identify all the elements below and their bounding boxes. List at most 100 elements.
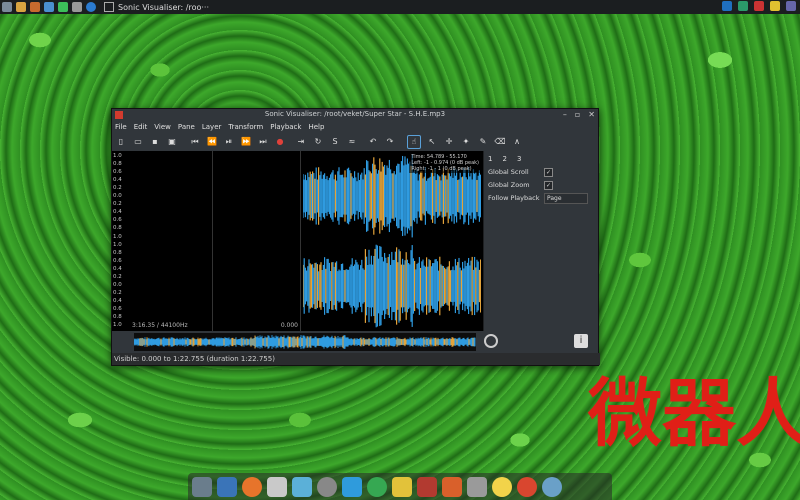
terminal-icon[interactable] bbox=[58, 2, 68, 12]
media-icon[interactable] bbox=[417, 476, 437, 497]
menu-pane[interactable]: Pane bbox=[178, 123, 195, 131]
global-zoom-checkbox[interactable]: ✓ bbox=[544, 180, 553, 190]
left-waveform-pane[interactable]: 1.0 0.8 0.6 0.4 0.2 0.0 0.2 0.4 0.6 0.8 1.0 1.0 0.8 0… bbox=[112, 151, 301, 331]
menu-bar: File Edit View Pane Layer Transform Play… bbox=[112, 121, 598, 133]
save-icon[interactable]: ▪ bbox=[149, 136, 161, 148]
ruler-tick-label: 0.4 bbox=[113, 297, 122, 304]
open-file-icon[interactable]: ▭ bbox=[132, 136, 144, 148]
browser-icon[interactable] bbox=[44, 2, 54, 12]
desktop-icon[interactable] bbox=[192, 476, 212, 497]
clock-icon[interactable] bbox=[786, 1, 796, 11]
info-button[interactable]: i bbox=[574, 334, 588, 348]
follow-playback-select[interactable]: Page bbox=[544, 192, 588, 204]
ruler-tick-label: 0.2 bbox=[113, 201, 122, 208]
network-icon[interactable] bbox=[86, 2, 96, 12]
menu-transform[interactable]: Transform bbox=[228, 123, 263, 131]
settings-gear-icon[interactable] bbox=[342, 476, 362, 497]
ruler-tick-label: 0.4 bbox=[113, 177, 122, 184]
value-readout: 0.000 bbox=[280, 322, 298, 329]
redo-icon[interactable]: ↷ bbox=[384, 136, 396, 148]
draw-tool-icon[interactable]: ✎ bbox=[477, 136, 489, 148]
waveform-display[interactable] bbox=[303, 151, 481, 331]
volume-icon[interactable] bbox=[754, 1, 764, 11]
undo-icon[interactable]: ↶ bbox=[367, 136, 379, 148]
package-icon[interactable] bbox=[738, 1, 748, 11]
close-button[interactable]: ✕ bbox=[588, 110, 595, 119]
new-file-icon[interactable]: ▯ bbox=[115, 136, 127, 148]
zoom-knob[interactable] bbox=[484, 334, 498, 348]
edit-tool-icon[interactable]: ✦ bbox=[460, 136, 472, 148]
files-icon[interactable] bbox=[30, 2, 40, 12]
disk-icon[interactable] bbox=[317, 476, 337, 497]
firefox-icon[interactable] bbox=[242, 476, 262, 497]
menu-layer[interactable]: Layer bbox=[202, 123, 222, 131]
measure-tool-icon[interactable]: ∧ bbox=[511, 136, 523, 148]
window-title: Sonic Visualiser: /root/veket/Super Star… bbox=[264, 110, 446, 118]
loop-icon[interactable]: ↻ bbox=[312, 136, 324, 148]
taskbar-entry-sonic-visualiser[interactable]: Sonic Visualiser: /roo··· bbox=[104, 1, 209, 13]
workspace-icon[interactable] bbox=[722, 1, 732, 11]
menu-help[interactable]: Help bbox=[308, 123, 324, 131]
rocket-icon[interactable] bbox=[442, 476, 462, 497]
launcher-icon[interactable] bbox=[16, 2, 26, 12]
solo-icon[interactable]: S bbox=[329, 136, 341, 148]
ruler-tick-label: 0.8 bbox=[113, 225, 122, 232]
ruler-tick-label: 0.8 bbox=[113, 314, 122, 320]
maximize-button[interactable]: ▫ bbox=[575, 110, 580, 119]
global-zoom-label: Global Zoom bbox=[488, 181, 530, 189]
speed-icon[interactable]: ≈ bbox=[346, 136, 358, 148]
grid-line bbox=[212, 151, 213, 331]
erase-tool-icon[interactable]: ⌫ bbox=[494, 136, 506, 148]
app-menu-icon[interactable] bbox=[2, 2, 12, 12]
browser-dock-icon[interactable] bbox=[517, 476, 537, 497]
ruler-tick-label: 0.6 bbox=[113, 257, 122, 264]
properties-panel: 1 2 3 Global Scroll ✓ Global Zoom ✓ Foll… bbox=[483, 151, 598, 331]
toolbar: ▯ ▭ ▪ ▣ ⏮ ⏪ ⏯ ⏩ ⏭ ● ⇥ ↻ S ≈ ↶ ↷ ☝ ↖ ✛ ✦ … bbox=[112, 133, 598, 152]
image-viewer-icon[interactable] bbox=[292, 476, 312, 497]
minimize-button[interactable]: – bbox=[563, 110, 567, 119]
tab-layer-3[interactable]: 3 bbox=[517, 155, 521, 163]
global-scroll-checkbox[interactable]: ✓ bbox=[544, 167, 553, 177]
menu-playback[interactable]: Playback bbox=[270, 123, 301, 131]
globe-icon[interactable] bbox=[542, 476, 562, 497]
ruler-tick-label: 0.8 bbox=[113, 161, 122, 168]
ruler-tick-label: 0.0 bbox=[113, 193, 122, 200]
move-tool-icon[interactable]: ✛ bbox=[443, 136, 455, 148]
tab-layer-1[interactable]: 1 bbox=[488, 155, 492, 163]
cloud-icon[interactable] bbox=[467, 476, 487, 497]
play-selection-icon[interactable]: ⇥ bbox=[295, 136, 307, 148]
menu-file[interactable]: File bbox=[115, 123, 127, 131]
play-pause-icon[interactable]: ⏯ bbox=[223, 136, 235, 148]
right-waveform-pane[interactable]: Time: 54.789 - 55.170 Left: -1 - 0.974 (… bbox=[301, 151, 483, 331]
battery-icon[interactable] bbox=[770, 1, 780, 11]
record-icon[interactable]: ● bbox=[274, 136, 286, 148]
rewind-start-icon[interactable]: ⏮ bbox=[189, 136, 201, 148]
skip-end-icon[interactable]: ⏭ bbox=[257, 136, 269, 148]
amplitude-ruler: 1.0 0.8 0.6 0.4 0.2 0.0 0.2 0.4 0.6 0.8 1.0 1.0 0.8 0… bbox=[112, 151, 130, 331]
rewind-icon[interactable]: ⏪ bbox=[206, 136, 218, 148]
menu-edit[interactable]: Edit bbox=[134, 123, 148, 131]
ruler-tick-label: 0.4 bbox=[113, 209, 122, 216]
sonic-visualiser-window: Sonic Visualiser: /root/veket/Super Star… bbox=[111, 108, 600, 366]
ruler-tick-label: 0.2 bbox=[113, 185, 122, 192]
save-as-icon[interactable]: ▣ bbox=[166, 136, 178, 148]
time-readout: 3:16.35 / 44100Hz bbox=[132, 322, 188, 329]
system-tray bbox=[722, 1, 796, 11]
select-tool-icon[interactable]: ↖ bbox=[426, 136, 438, 148]
ruler-tick-label: 1.0 bbox=[113, 153, 122, 159]
navigate-tool-icon[interactable]: ☝ bbox=[407, 135, 421, 149]
title-bar[interactable]: Sonic Visualiser: /root/veket/Super Star… bbox=[112, 109, 598, 121]
window-icon bbox=[104, 2, 114, 12]
dock bbox=[188, 473, 612, 500]
refresh-icon[interactable] bbox=[367, 476, 387, 497]
monitor-icon[interactable] bbox=[217, 476, 237, 497]
notes-icon[interactable] bbox=[392, 476, 412, 497]
menu-view[interactable]: View bbox=[154, 123, 171, 131]
text-editor-icon[interactable] bbox=[267, 476, 287, 497]
sun-icon[interactable] bbox=[492, 476, 512, 497]
fast-forward-icon[interactable]: ⏩ bbox=[240, 136, 252, 148]
measure-overlay: Time: 54.789 - 55.170 Left: -1 - 0.974 (… bbox=[409, 153, 481, 173]
tab-layer-2[interactable]: 2 bbox=[502, 155, 506, 163]
settings-icon[interactable] bbox=[72, 2, 82, 12]
overview-waveform[interactable] bbox=[134, 333, 476, 351]
